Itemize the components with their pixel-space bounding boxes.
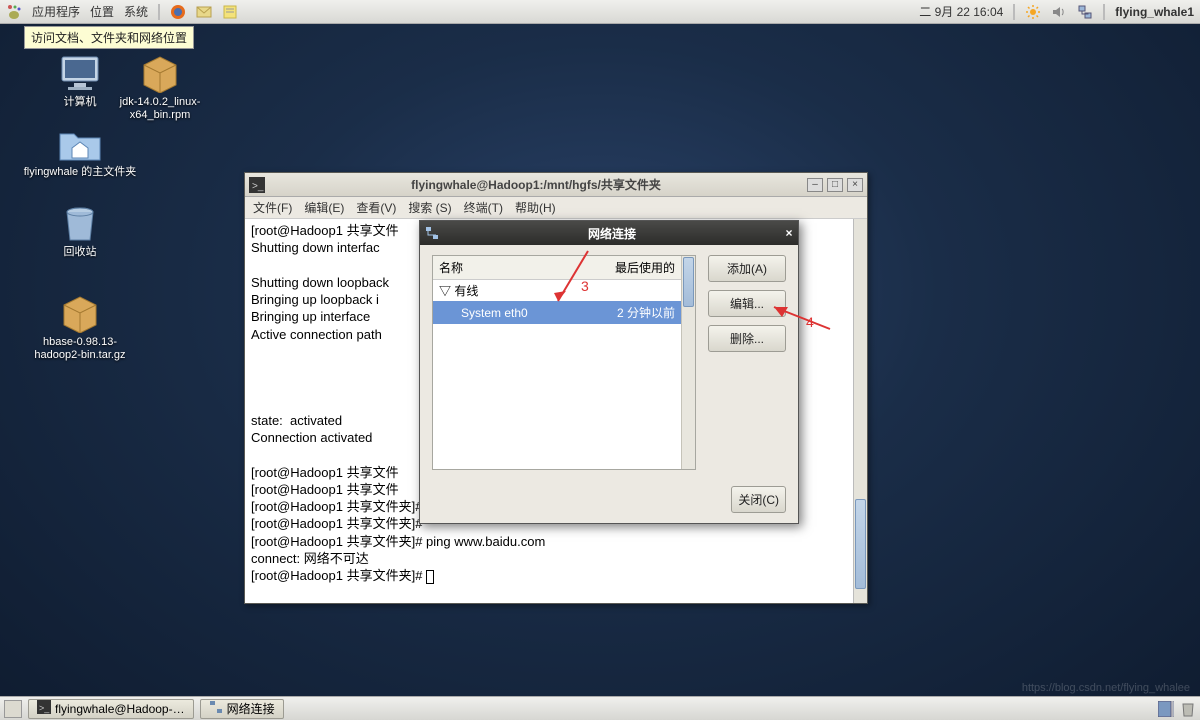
icon-label: jdk-14.0.2_linux-x64_bin.rpm: [100, 96, 220, 122]
annotation-label-4: 4: [806, 314, 814, 330]
edit-button[interactable]: 编辑...: [708, 290, 786, 317]
taskbar-item-terminal[interactable]: >_ flyingwhale@Hadoop-…: [28, 699, 194, 719]
menu-file[interactable]: 文件(F): [253, 199, 292, 216]
connection-name: System eth0: [433, 301, 578, 324]
user-name[interactable]: flying_whale1: [1115, 5, 1194, 19]
menu-view[interactable]: 查看(V): [356, 199, 396, 216]
desktop-icon-home[interactable]: flyingwhale 的主文件夹: [20, 124, 140, 179]
menu-help[interactable]: 帮助(H): [515, 199, 556, 216]
scrollbar-thumb[interactable]: [855, 499, 866, 589]
notes-icon[interactable]: [222, 4, 238, 20]
package-icon: [56, 294, 104, 334]
watermark: https://blog.csdn.net/flying_whalee: [1022, 682, 1190, 694]
network-icon: [424, 225, 440, 241]
bottom-panel: >_ flyingwhale@Hadoop-… 网络连接: [0, 696, 1200, 720]
delete-button[interactable]: 删除...: [708, 325, 786, 352]
taskbar-item-network[interactable]: 网络连接: [200, 699, 284, 719]
task-label: flyingwhale@Hadoop-…: [55, 702, 185, 716]
col-last-used[interactable]: 最后使用的: [578, 256, 681, 280]
mail-icon[interactable]: [196, 4, 212, 20]
terminal-title: flyingwhale@Hadoop1:/mnt/hgfs/共享文件夹: [265, 176, 807, 193]
add-button[interactable]: 添加(A): [708, 255, 786, 282]
menu-search[interactable]: 搜索 (S): [408, 199, 451, 216]
separator: [1103, 4, 1105, 20]
network-icon: [209, 700, 223, 717]
package-icon: [136, 54, 184, 94]
menu-system[interactable]: 系统: [124, 3, 148, 20]
terminal-titlebar[interactable]: >_ flyingwhale@Hadoop1:/mnt/hgfs/共享文件夹 –…: [245, 173, 867, 197]
home-folder-icon: [56, 124, 104, 164]
network-dialog-titlebar[interactable]: 网络连接 ×: [420, 221, 798, 245]
menu-applications[interactable]: 应用程序: [32, 3, 80, 20]
connection-last-used: 2 分钟以前: [578, 301, 681, 324]
terminal-menubar: 文件(F) 编辑(E) 查看(V) 搜索 (S) 终端(T) 帮助(H): [245, 197, 867, 219]
terminal-icon: >_: [37, 700, 51, 717]
col-name[interactable]: 名称: [433, 256, 578, 280]
gnome-foot-icon: [6, 4, 22, 20]
minimize-button[interactable]: –: [807, 178, 823, 192]
task-label: 网络连接: [227, 700, 275, 717]
trash-applet-icon[interactable]: [1180, 701, 1196, 717]
trash-icon: [56, 204, 104, 244]
brightness-icon[interactable]: [1025, 4, 1041, 20]
icon-label: hbase-0.98.13-hadoop2-bin.tar.gz: [20, 336, 140, 362]
icon-label: 回收站: [20, 246, 140, 259]
network-dialog: 网络连接 × 名称 最后使用的 ▽ 有线 System eth0 2 分钟以前 …: [419, 220, 799, 524]
desktop-icon-jdk[interactable]: jdk-14.0.2_linux-x64_bin.rpm: [100, 54, 220, 122]
separator: [158, 4, 160, 20]
scrollbar-thumb[interactable]: [683, 257, 694, 307]
workspace-switcher[interactable]: [1158, 701, 1174, 717]
terminal-scrollbar[interactable]: [853, 219, 867, 603]
list-scrollbar[interactable]: [681, 256, 695, 469]
menu-places[interactable]: 位置: [90, 3, 114, 20]
svg-text:>_: >_: [252, 181, 264, 192]
firefox-icon[interactable]: [170, 4, 186, 20]
network-dialog-title: 网络连接: [444, 225, 780, 242]
icon-label: flyingwhale 的主文件夹: [20, 166, 140, 179]
desktop-icon-hbase[interactable]: hbase-0.98.13-hadoop2-bin.tar.gz: [20, 294, 140, 362]
menu-terminal[interactable]: 终端(T): [464, 199, 503, 216]
close-button[interactable]: ×: [847, 178, 863, 192]
close-dialog-button[interactable]: 关闭(C): [731, 486, 786, 513]
menu-edit[interactable]: 编辑(E): [304, 199, 344, 216]
monitor-icon: [56, 54, 104, 94]
svg-text:>_: >_: [39, 703, 50, 713]
clock[interactable]: 二 9月 22 16:04: [919, 3, 1003, 20]
maximize-button[interactable]: □: [827, 178, 843, 192]
close-button[interactable]: ×: [780, 226, 798, 240]
top-panel: 应用程序 位置 系统 二 9月 22 16:04 flying_whale1: [0, 0, 1200, 24]
cursor: [426, 570, 434, 584]
desktop-icon-trash[interactable]: 回收站: [20, 204, 140, 259]
terminal-icon: >_: [249, 177, 265, 193]
separator: [1013, 4, 1015, 20]
volume-icon[interactable]: [1051, 4, 1067, 20]
annotation-label-3: 3: [581, 278, 589, 294]
category-wired[interactable]: ▽ 有线: [433, 280, 681, 302]
show-desktop-button[interactable]: [4, 700, 22, 718]
connection-list[interactable]: 名称 最后使用的 ▽ 有线 System eth0 2 分钟以前: [432, 255, 696, 470]
connection-row-selected[interactable]: System eth0 2 分钟以前: [433, 301, 681, 324]
network-icon[interactable]: [1077, 4, 1093, 20]
